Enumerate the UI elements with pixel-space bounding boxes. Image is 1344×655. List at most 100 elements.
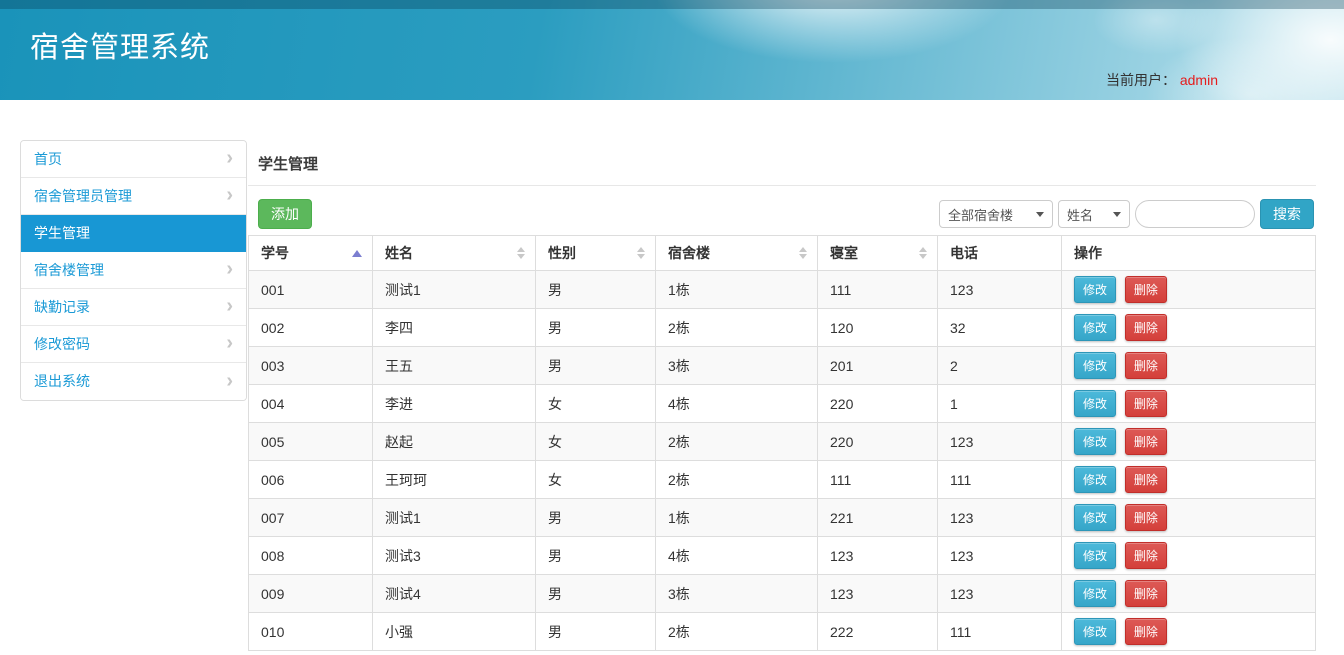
cell-building: 2栋 bbox=[656, 461, 818, 499]
cell-actions: 修改 删除 bbox=[1062, 385, 1316, 423]
table-row: 005 赵起 女 2栋 220 123 修改 删除 bbox=[249, 423, 1316, 461]
search-field-select[interactable]: 姓名 bbox=[1058, 200, 1130, 228]
cell-gender: 男 bbox=[536, 499, 656, 537]
cell-student-id: 002 bbox=[249, 309, 373, 347]
edit-button[interactable]: 修改 bbox=[1074, 428, 1116, 455]
edit-button[interactable]: 修改 bbox=[1074, 580, 1116, 607]
cell-gender: 男 bbox=[536, 347, 656, 385]
cell-actions: 修改 删除 bbox=[1062, 575, 1316, 613]
cell-building: 4栋 bbox=[656, 537, 818, 575]
sidebar-item-label: 修改密码 bbox=[34, 326, 90, 363]
column-header-1[interactable]: 姓名 bbox=[373, 236, 536, 271]
sort-ascending-icon bbox=[352, 250, 362, 257]
column-header-5[interactable]: 电话 bbox=[938, 236, 1062, 271]
title-divider bbox=[248, 185, 1316, 186]
search-button[interactable]: 搜索 bbox=[1260, 199, 1314, 229]
edit-button[interactable]: 修改 bbox=[1074, 390, 1116, 417]
delete-button[interactable]: 删除 bbox=[1125, 276, 1167, 303]
sidebar-item-3[interactable]: 宿舍楼管理 › bbox=[21, 252, 246, 289]
column-header-6[interactable]: 操作 bbox=[1062, 236, 1316, 271]
sidebar-item-1[interactable]: 宿舍管理员管理 › bbox=[21, 178, 246, 215]
cell-name: 测试1 bbox=[373, 271, 536, 309]
edit-button[interactable]: 修改 bbox=[1074, 618, 1116, 645]
edit-button[interactable]: 修改 bbox=[1074, 466, 1116, 493]
cell-room: 111 bbox=[818, 461, 938, 499]
cell-phone: 123 bbox=[938, 423, 1062, 461]
cell-name: 测试3 bbox=[373, 537, 536, 575]
column-header-2[interactable]: 性别 bbox=[536, 236, 656, 271]
edit-button[interactable]: 修改 bbox=[1074, 352, 1116, 379]
sort-icon bbox=[637, 247, 645, 259]
cell-name: 测试4 bbox=[373, 575, 536, 613]
table-row: 002 李四 男 2栋 120 32 修改 删除 bbox=[249, 309, 1316, 347]
sidebar-item-4[interactable]: 缺勤记录 › bbox=[21, 289, 246, 326]
cell-gender: 男 bbox=[536, 537, 656, 575]
cell-student-id: 009 bbox=[249, 575, 373, 613]
cell-actions: 修改 删除 bbox=[1062, 461, 1316, 499]
edit-button[interactable]: 修改 bbox=[1074, 504, 1116, 531]
column-header-label: 姓名 bbox=[385, 245, 413, 261]
current-user-name: admin bbox=[1180, 72, 1218, 88]
cell-student-id: 004 bbox=[249, 385, 373, 423]
sort-icon bbox=[919, 247, 927, 259]
table-row: 003 王五 男 3栋 201 2 修改 删除 bbox=[249, 347, 1316, 385]
cell-gender: 男 bbox=[536, 575, 656, 613]
app-header: 宿舍管理系统 当前用户： admin bbox=[0, 0, 1344, 100]
table-body: 001 测试1 男 1栋 111 123 修改 删除 002 李四 男 2栋 1… bbox=[249, 271, 1316, 651]
cell-name: 测试1 bbox=[373, 499, 536, 537]
sort-icon bbox=[799, 247, 807, 259]
sidebar-item-label: 宿舍管理员管理 bbox=[34, 178, 132, 215]
cell-actions: 修改 删除 bbox=[1062, 423, 1316, 461]
edit-button[interactable]: 修改 bbox=[1074, 276, 1116, 303]
chevron-right-icon: › bbox=[226, 185, 233, 205]
sidebar-item-0[interactable]: 首页 › bbox=[21, 141, 246, 178]
delete-button[interactable]: 删除 bbox=[1125, 390, 1167, 417]
column-header-label: 宿舍楼 bbox=[668, 245, 710, 261]
cell-phone: 1 bbox=[938, 385, 1062, 423]
sidebar-item-2[interactable]: 学生管理 bbox=[21, 215, 246, 252]
column-header-label: 性别 bbox=[548, 245, 576, 261]
edit-button[interactable]: 修改 bbox=[1074, 542, 1116, 569]
cell-name: 赵起 bbox=[373, 423, 536, 461]
app-title: 宿舍管理系统 bbox=[30, 24, 210, 66]
table-row: 009 测试4 男 3栋 123 123 修改 删除 bbox=[249, 575, 1316, 613]
cell-name: 王珂珂 bbox=[373, 461, 536, 499]
add-button[interactable]: 添加 bbox=[258, 199, 312, 229]
cell-student-id: 007 bbox=[249, 499, 373, 537]
delete-button[interactable]: 删除 bbox=[1125, 542, 1167, 569]
delete-button[interactable]: 删除 bbox=[1125, 504, 1167, 531]
current-user: 当前用户： admin bbox=[1106, 70, 1218, 90]
edit-button[interactable]: 修改 bbox=[1074, 314, 1116, 341]
column-header-0[interactable]: 学号 bbox=[249, 236, 373, 271]
cell-actions: 修改 删除 bbox=[1062, 613, 1316, 651]
cell-phone: 123 bbox=[938, 537, 1062, 575]
table-row: 001 测试1 男 1栋 111 123 修改 删除 bbox=[249, 271, 1316, 309]
delete-button[interactable]: 删除 bbox=[1125, 580, 1167, 607]
delete-button[interactable]: 删除 bbox=[1125, 466, 1167, 493]
cell-actions: 修改 删除 bbox=[1062, 347, 1316, 385]
column-header-label: 电话 bbox=[950, 245, 978, 261]
sidebar-item-label: 退出系统 bbox=[34, 363, 90, 400]
column-header-4[interactable]: 寝室 bbox=[818, 236, 938, 271]
sidebar-item-6[interactable]: 退出系统 › bbox=[21, 363, 246, 400]
column-header-3[interactable]: 宿舍楼 bbox=[656, 236, 818, 271]
delete-button[interactable]: 删除 bbox=[1125, 428, 1167, 455]
delete-button[interactable]: 删除 bbox=[1125, 618, 1167, 645]
delete-button[interactable]: 删除 bbox=[1125, 314, 1167, 341]
header-top-strip bbox=[0, 0, 1344, 9]
delete-button[interactable]: 删除 bbox=[1125, 352, 1167, 379]
sort-icon bbox=[517, 247, 525, 259]
search-input[interactable] bbox=[1135, 200, 1255, 228]
column-header-label: 寝室 bbox=[830, 245, 858, 261]
cell-phone: 123 bbox=[938, 271, 1062, 309]
cell-building: 3栋 bbox=[656, 347, 818, 385]
cell-name: 小强 bbox=[373, 613, 536, 651]
cell-room: 123 bbox=[818, 537, 938, 575]
building-select[interactable]: 全部宿舍楼 bbox=[939, 200, 1053, 228]
cell-building: 1栋 bbox=[656, 271, 818, 309]
cell-actions: 修改 删除 bbox=[1062, 499, 1316, 537]
cell-gender: 男 bbox=[536, 271, 656, 309]
cell-gender: 女 bbox=[536, 461, 656, 499]
table-header-row: 学号 姓名 性别 宿舍楼 寝室 电话 操作 bbox=[249, 236, 1316, 271]
sidebar-item-5[interactable]: 修改密码 › bbox=[21, 326, 246, 363]
